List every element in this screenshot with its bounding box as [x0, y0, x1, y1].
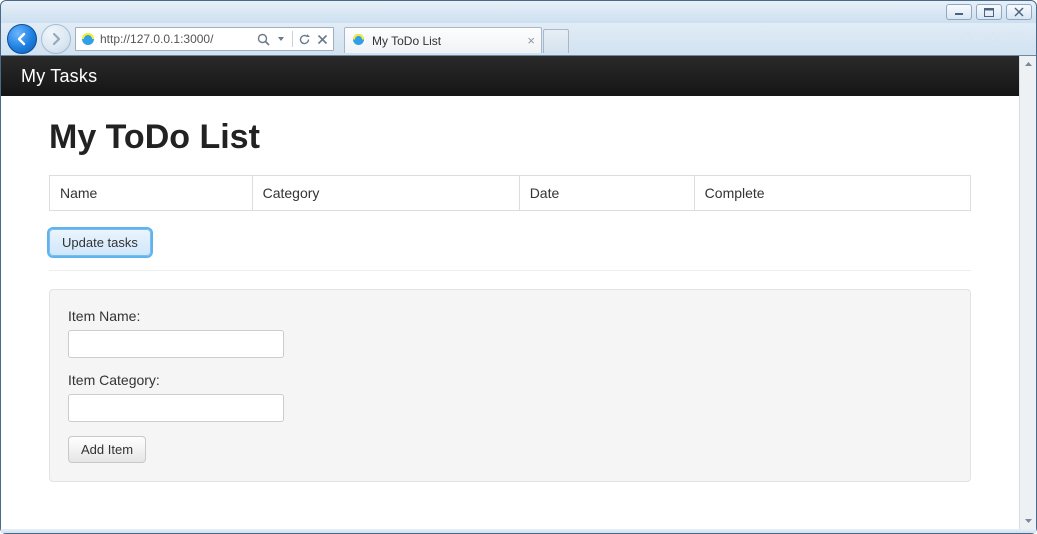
- nav-back-button[interactable]: [7, 24, 37, 54]
- add-item-button[interactable]: Add Item: [68, 436, 146, 463]
- address-bar-buttons: [255, 31, 333, 47]
- scroll-down-icon[interactable]: [1020, 512, 1036, 529]
- item-category-input[interactable]: [68, 394, 284, 422]
- favorites-icon[interactable]: [984, 30, 1002, 48]
- address-bar[interactable]: [75, 27, 334, 51]
- close-icon: [1014, 7, 1024, 17]
- window-close-button[interactable]: [1006, 4, 1032, 20]
- browser-tab[interactable]: My ToDo List ×: [344, 27, 542, 53]
- item-category-label: Item Category:: [68, 372, 952, 388]
- web-page: My Tasks My ToDo List Name Category Date…: [1, 56, 1019, 529]
- update-tasks-button[interactable]: Update tasks: [49, 229, 151, 256]
- new-tab-button[interactable]: [543, 29, 569, 53]
- tab-close-button[interactable]: ×: [527, 33, 535, 48]
- browser-navbar: My ToDo List ×: [1, 23, 1036, 55]
- tab-title: My ToDo List: [372, 34, 441, 48]
- col-date: Date: [519, 176, 694, 211]
- scroll-up-icon[interactable]: [1020, 56, 1036, 73]
- browser-client-area: My Tasks My ToDo List Name Category Date…: [1, 55, 1036, 529]
- app-navbar: My Tasks: [1, 56, 1019, 96]
- add-item-form: Item Name: Item Category: Add Item: [49, 289, 971, 482]
- window-minimize-button[interactable]: [946, 4, 972, 20]
- divider: [49, 270, 971, 271]
- col-category: Category: [252, 176, 519, 211]
- browser-toolbar-right: [958, 30, 1030, 48]
- url-input[interactable]: [100, 29, 255, 49]
- window-statusbar: [1, 529, 1036, 533]
- item-name-input[interactable]: [68, 330, 284, 358]
- search-icon[interactable]: [255, 31, 271, 47]
- page-heading: My ToDo List: [49, 118, 971, 157]
- stop-icon[interactable]: [314, 31, 330, 47]
- ie-icon: [351, 32, 366, 50]
- tab-strip: My ToDo List ×: [344, 25, 954, 53]
- window-titlebar: [1, 1, 1036, 23]
- scroll-track[interactable]: [1020, 73, 1036, 512]
- col-name: Name: [50, 176, 253, 211]
- page-container: My ToDo List Name Category Date Complete…: [1, 96, 1019, 502]
- arrow-right-icon: [49, 32, 63, 46]
- minimize-icon: [954, 8, 964, 16]
- tasks-table: Name Category Date Complete: [49, 175, 971, 211]
- refresh-icon[interactable]: [296, 31, 312, 47]
- col-complete: Complete: [694, 176, 970, 211]
- separator: [292, 31, 293, 47]
- window-maximize-button[interactable]: [976, 4, 1002, 20]
- table-header-row: Name Category Date Complete: [50, 176, 971, 211]
- dropdown-icon[interactable]: [273, 31, 289, 47]
- maximize-icon: [984, 8, 994, 17]
- app-brand: My Tasks: [21, 66, 97, 87]
- item-name-label: Item Name:: [68, 308, 952, 324]
- ie-icon: [80, 31, 96, 47]
- tools-icon[interactable]: [1010, 30, 1028, 48]
- arrow-left-icon: [15, 32, 29, 46]
- nav-forward-button[interactable]: [41, 24, 71, 54]
- home-icon[interactable]: [958, 30, 976, 48]
- vertical-scrollbar[interactable]: [1019, 56, 1036, 529]
